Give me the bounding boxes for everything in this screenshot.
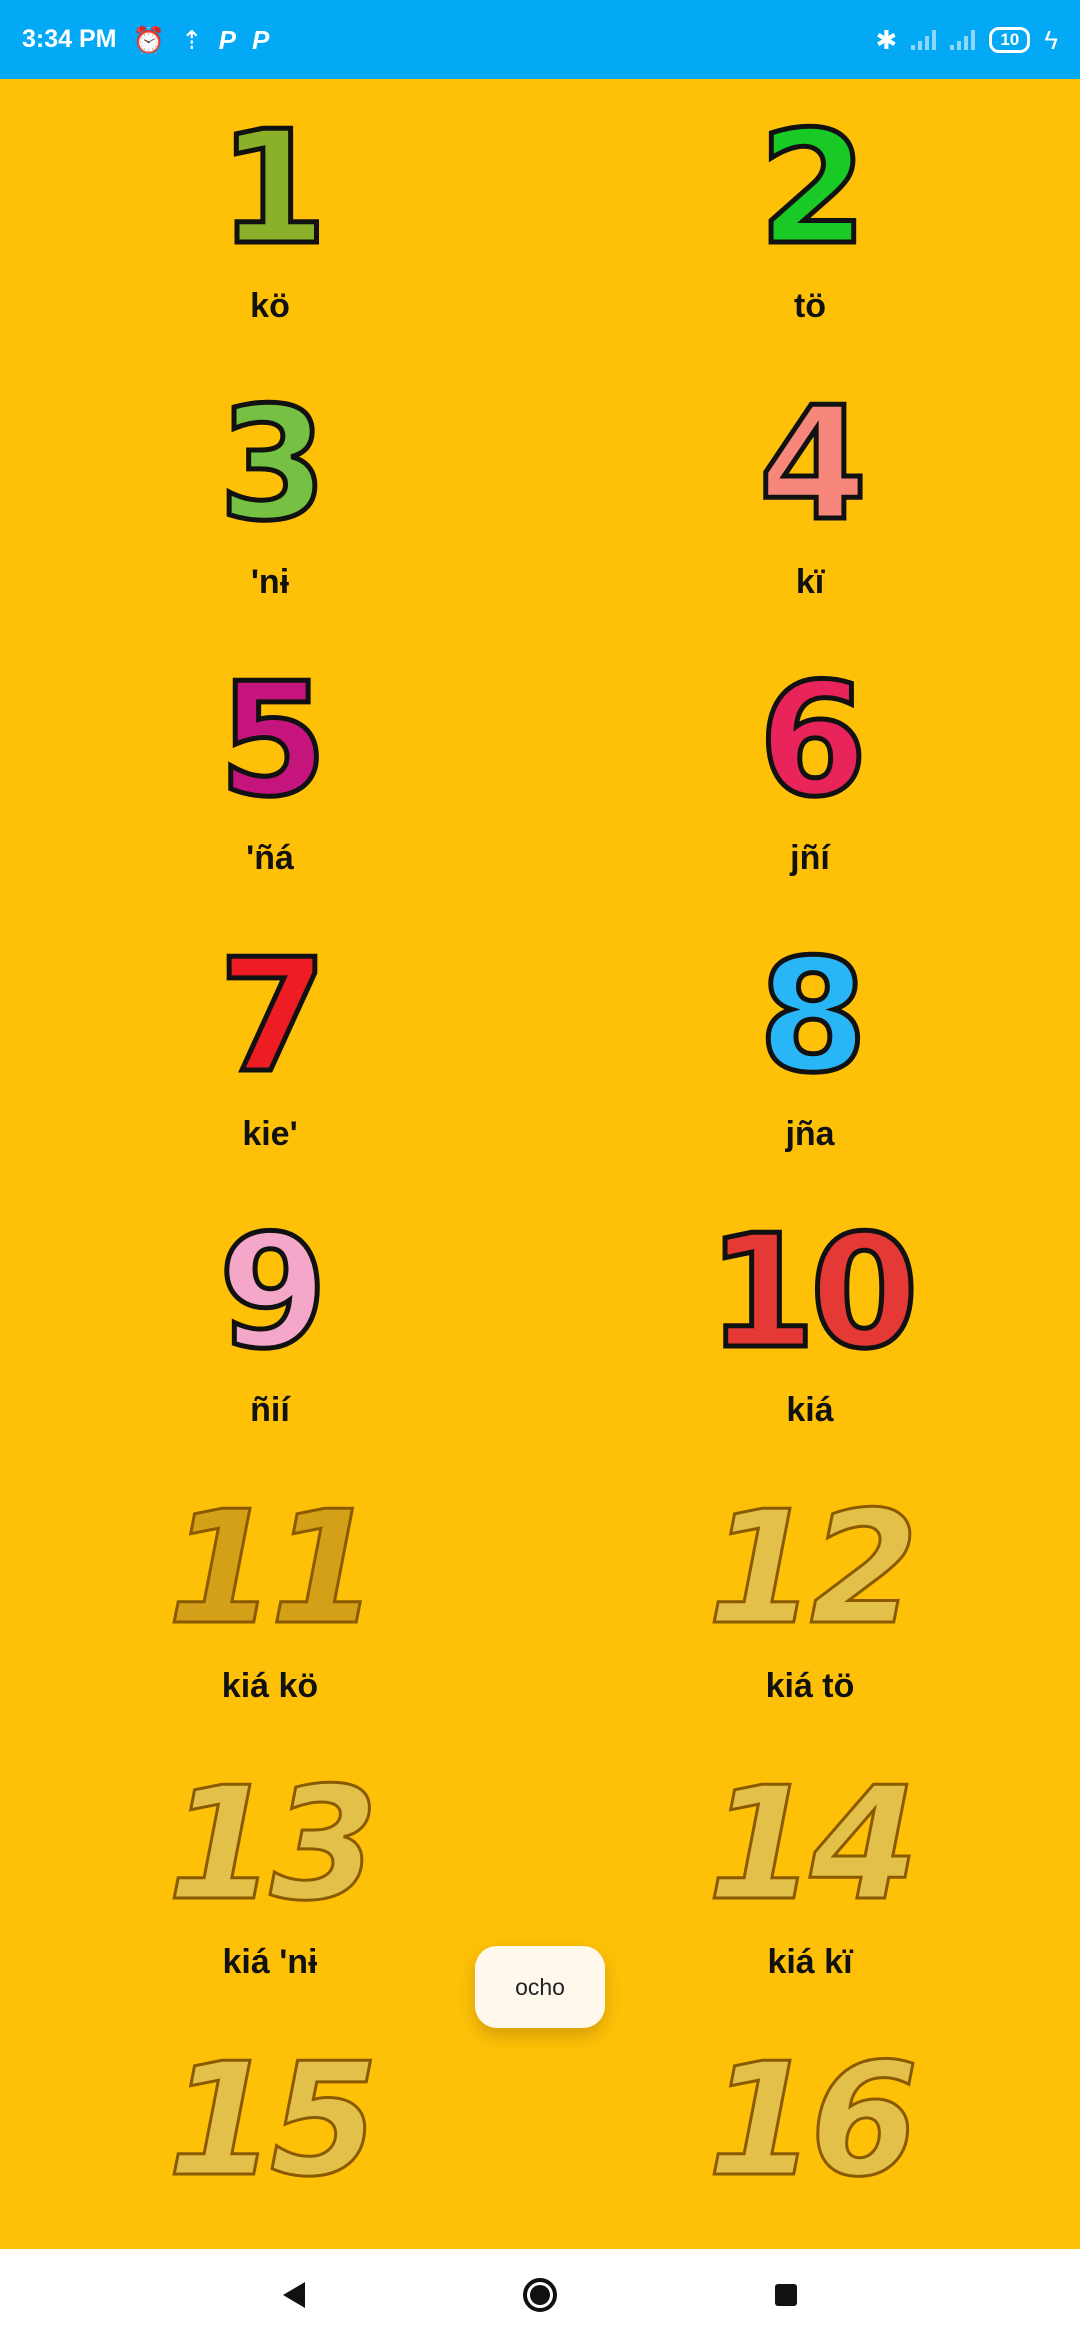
number-item-11[interactable]: 11 kiá kö (0, 1477, 540, 1753)
number-item-3[interactable]: 3 'nɨ (0, 373, 540, 649)
number-image-16[interactable]: 16 (706, 2029, 920, 2211)
number-item-4[interactable]: 4 kï (540, 373, 1080, 649)
number-image-1[interactable]: 1 (216, 97, 329, 279)
number-item-15[interactable]: 15 (0, 2029, 540, 2249)
status-time: 3:34 PM (22, 25, 117, 53)
number-image-6[interactable]: 6 (756, 649, 869, 831)
number-item-6[interactable]: 6 jñí (540, 649, 1080, 925)
number-image-11[interactable]: 11 (166, 1477, 380, 1659)
alarm-icon: ⏰ (132, 24, 165, 55)
recents-icon[interactable] (775, 2283, 797, 2306)
number-item-12[interactable]: 12 kiá tö (540, 1477, 1080, 1753)
number-image-9[interactable]: 9 (216, 1201, 329, 1383)
number-label: jñí (790, 839, 830, 877)
signal-icon (950, 29, 976, 50)
number-item-9[interactable]: 9 ñií (0, 1201, 540, 1477)
navigation-bar (0, 2249, 1080, 2340)
p-app-icon: P (252, 24, 270, 55)
back-icon[interactable] (283, 2281, 305, 2308)
number-item-7[interactable]: 7 kie' (0, 925, 540, 1201)
numbers-grid: 1 kö 2 tö 3'nɨ 4 kï 5'ñá 6 jñí 7 kie' 8 jña 9 ñií 10 kiá 1… (0, 79, 1080, 2249)
number-item-10[interactable]: 10 kiá (540, 1201, 1080, 1477)
number-label: kie' (242, 1115, 298, 1153)
number-item-14[interactable]: 14 kiá kï (540, 1753, 1080, 2029)
bluetooth-icon: ✱ (875, 24, 898, 55)
number-label: kiá kö (221, 1667, 319, 1705)
number-label: jña (785, 1115, 835, 1153)
number-image-15[interactable]: 15 (166, 2029, 380, 2211)
charging-icon: ϟ (1044, 24, 1058, 55)
upload-icon: ⇡ (180, 24, 203, 55)
number-label: kiá 'nɨ (222, 1943, 318, 1981)
number-label: tö (793, 287, 827, 325)
number-item-13[interactable]: 13 kiá 'nɨ (0, 1753, 540, 2029)
number-image-12[interactable]: 12 (706, 1477, 920, 1659)
number-item-5[interactable]: 5 'ñá (0, 649, 540, 925)
number-label: 'nɨ (250, 563, 290, 601)
number-item-8[interactable]: 8 jña (540, 925, 1080, 1201)
number-label: kö (250, 287, 290, 325)
number-label: kï (795, 563, 825, 601)
signal-icon (911, 29, 937, 50)
number-label: kiá kï (767, 1943, 853, 1981)
number-image-14[interactable]: 14 (706, 1753, 920, 1935)
number-item-1[interactable]: 1 kö (0, 97, 540, 373)
number-image-4[interactable]: 4 (756, 373, 869, 555)
number-image-3[interactable]: 3 (216, 373, 329, 555)
number-label: ñií (250, 1391, 290, 1429)
number-item-16[interactable]: 16 (540, 2029, 1080, 2249)
number-image-7[interactable]: 7 (216, 925, 329, 1107)
status-bar: 3:34 PM ⏰ ⇡ P P ✱ 10 ϟ (0, 0, 1080, 79)
battery-icon: 10 (989, 26, 1031, 53)
status-right: ✱ 10 ϟ (875, 24, 1058, 55)
number-image-5[interactable]: 5 (216, 649, 329, 831)
number-item-2[interactable]: 2 tö (540, 97, 1080, 373)
number-image-2[interactable]: 2 (756, 97, 869, 279)
numbers-list[interactable]: 1 kö 2 tö 3'nɨ 4 kï 5'ñá 6 jñí 7 kie' 8 jña 9 ñií 10 kiá 1… (0, 79, 1080, 2249)
number-label: kiá (786, 1391, 834, 1429)
number-image-13[interactable]: 13 (166, 1753, 380, 1935)
number-image-10[interactable]: 10 (705, 1201, 921, 1383)
p-app-icon: P (218, 24, 236, 55)
number-label: 'ñá (246, 839, 294, 877)
toast-message: ocho (475, 1946, 605, 2028)
home-icon[interactable] (523, 2277, 557, 2312)
status-left: 3:34 PM ⏰ ⇡ P P (22, 25, 269, 54)
number-label: kiá tö (765, 1667, 855, 1705)
number-image-8[interactable]: 8 (756, 925, 869, 1107)
